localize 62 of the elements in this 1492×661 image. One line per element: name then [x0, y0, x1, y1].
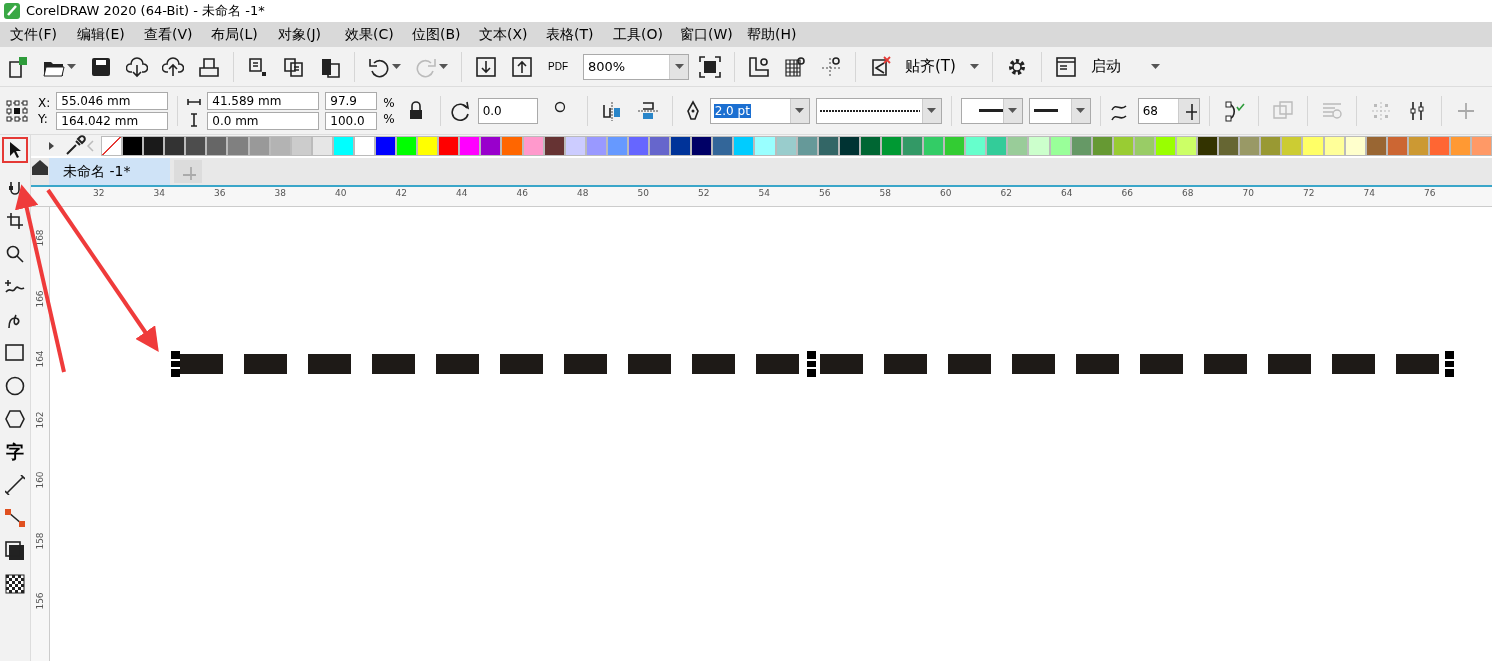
scale-field[interactable]: 97.9 — [325, 91, 378, 110]
ruler-label: 66 — [1121, 188, 1133, 198]
ruler-label: 168 — [34, 229, 45, 247]
ruler-label: 40 — [335, 188, 347, 198]
menu-item[interactable]: 位图(B) — [404, 25, 471, 44]
rotation-field[interactable]: 0.0 — [477, 97, 538, 124]
ruler-label: 156 — [34, 592, 45, 610]
ruler-label: 160 — [34, 471, 45, 489]
menu-item[interactable]: 对象(J) — [270, 25, 337, 44]
ruler-label: 46 — [516, 188, 528, 198]
x-label: X: — [38, 95, 51, 110]
ruler-label: 36 — [214, 188, 226, 198]
ruler-label: 76 — [1424, 188, 1436, 198]
menu-item[interactable]: 查看(V) — [136, 25, 203, 44]
menu-item[interactable]: 文件(F) — [2, 25, 69, 44]
snap-dropdown[interactable]: 贴齐(T) — [901, 53, 983, 80]
pdf-button[interactable]: PDF — [543, 60, 573, 73]
ruler-label: 50 — [637, 188, 649, 198]
percent-label: % — [383, 95, 395, 110]
menu-item[interactable]: 编辑(E) — [69, 25, 136, 44]
height-field[interactable]: 0.0 mm — [207, 111, 320, 130]
y-position-field[interactable]: 164.042 mm — [56, 111, 169, 130]
ruler-label: 74 — [1363, 188, 1375, 198]
ruler-label: 64 — [1061, 188, 1073, 198]
y-label: Y: — [38, 111, 49, 126]
ruler-label: 158 — [34, 531, 45, 550]
ruler-label: 162 — [34, 410, 45, 429]
percent-label: % — [383, 111, 395, 126]
ruler-label: 164 — [34, 350, 45, 368]
ruler-label: 60 — [940, 188, 952, 198]
ruler-label: 68 — [1182, 188, 1194, 198]
ruler-label: 52 — [698, 188, 710, 198]
ruler-label: 58 — [879, 188, 891, 198]
x-position-field[interactable]: 55.046 mm — [56, 91, 169, 110]
ruler-label: 42 — [395, 188, 407, 198]
ruler-label: 62 — [1000, 188, 1012, 198]
scale-field[interactable]: 100.0 — [325, 111, 378, 130]
menu-item[interactable]: 布局(L) — [203, 25, 270, 44]
ruler-label: 44 — [456, 188, 468, 198]
ruler-label: 72 — [1303, 188, 1315, 198]
ruler-label: 54 — [758, 188, 770, 198]
ruler-label: 70 — [1242, 188, 1254, 198]
ruler-label: 166 — [34, 289, 45, 308]
menu-item[interactable]: 表格(T) — [538, 25, 605, 44]
smoothing-field[interactable]: 68 — [1137, 97, 1200, 124]
launch-dropdown[interactable]: 启动 — [1086, 53, 1164, 80]
ruler-label: 48 — [577, 188, 589, 198]
width-field[interactable]: 41.589 mm — [207, 91, 320, 110]
menu-item[interactable]: 工具(O) — [605, 25, 672, 44]
ruler-label: 34 — [153, 188, 165, 198]
document-tab[interactable]: 未命名 -1* — [49, 158, 171, 185]
menu-item[interactable]: 窗口(W) — [672, 25, 739, 44]
menu-item[interactable]: 文本(X) — [471, 25, 538, 44]
window-title: CorelDRAW 2020 (64-Bit) - 未命名 -1* — [26, 2, 265, 20]
menu-item[interactable]: 效果(C) — [337, 25, 404, 44]
outline-width-dropdown[interactable]: 2.0 pt — [709, 97, 810, 124]
ruler-label: 38 — [274, 188, 286, 198]
text-tool[interactable]: 字 — [2, 435, 28, 468]
ruler-label: 56 — [819, 188, 831, 198]
ruler-label: 32 — [93, 188, 105, 198]
zoom-dropdown[interactable]: 800% — [583, 53, 689, 80]
menu-item[interactable]: 帮助(H) — [739, 25, 806, 44]
